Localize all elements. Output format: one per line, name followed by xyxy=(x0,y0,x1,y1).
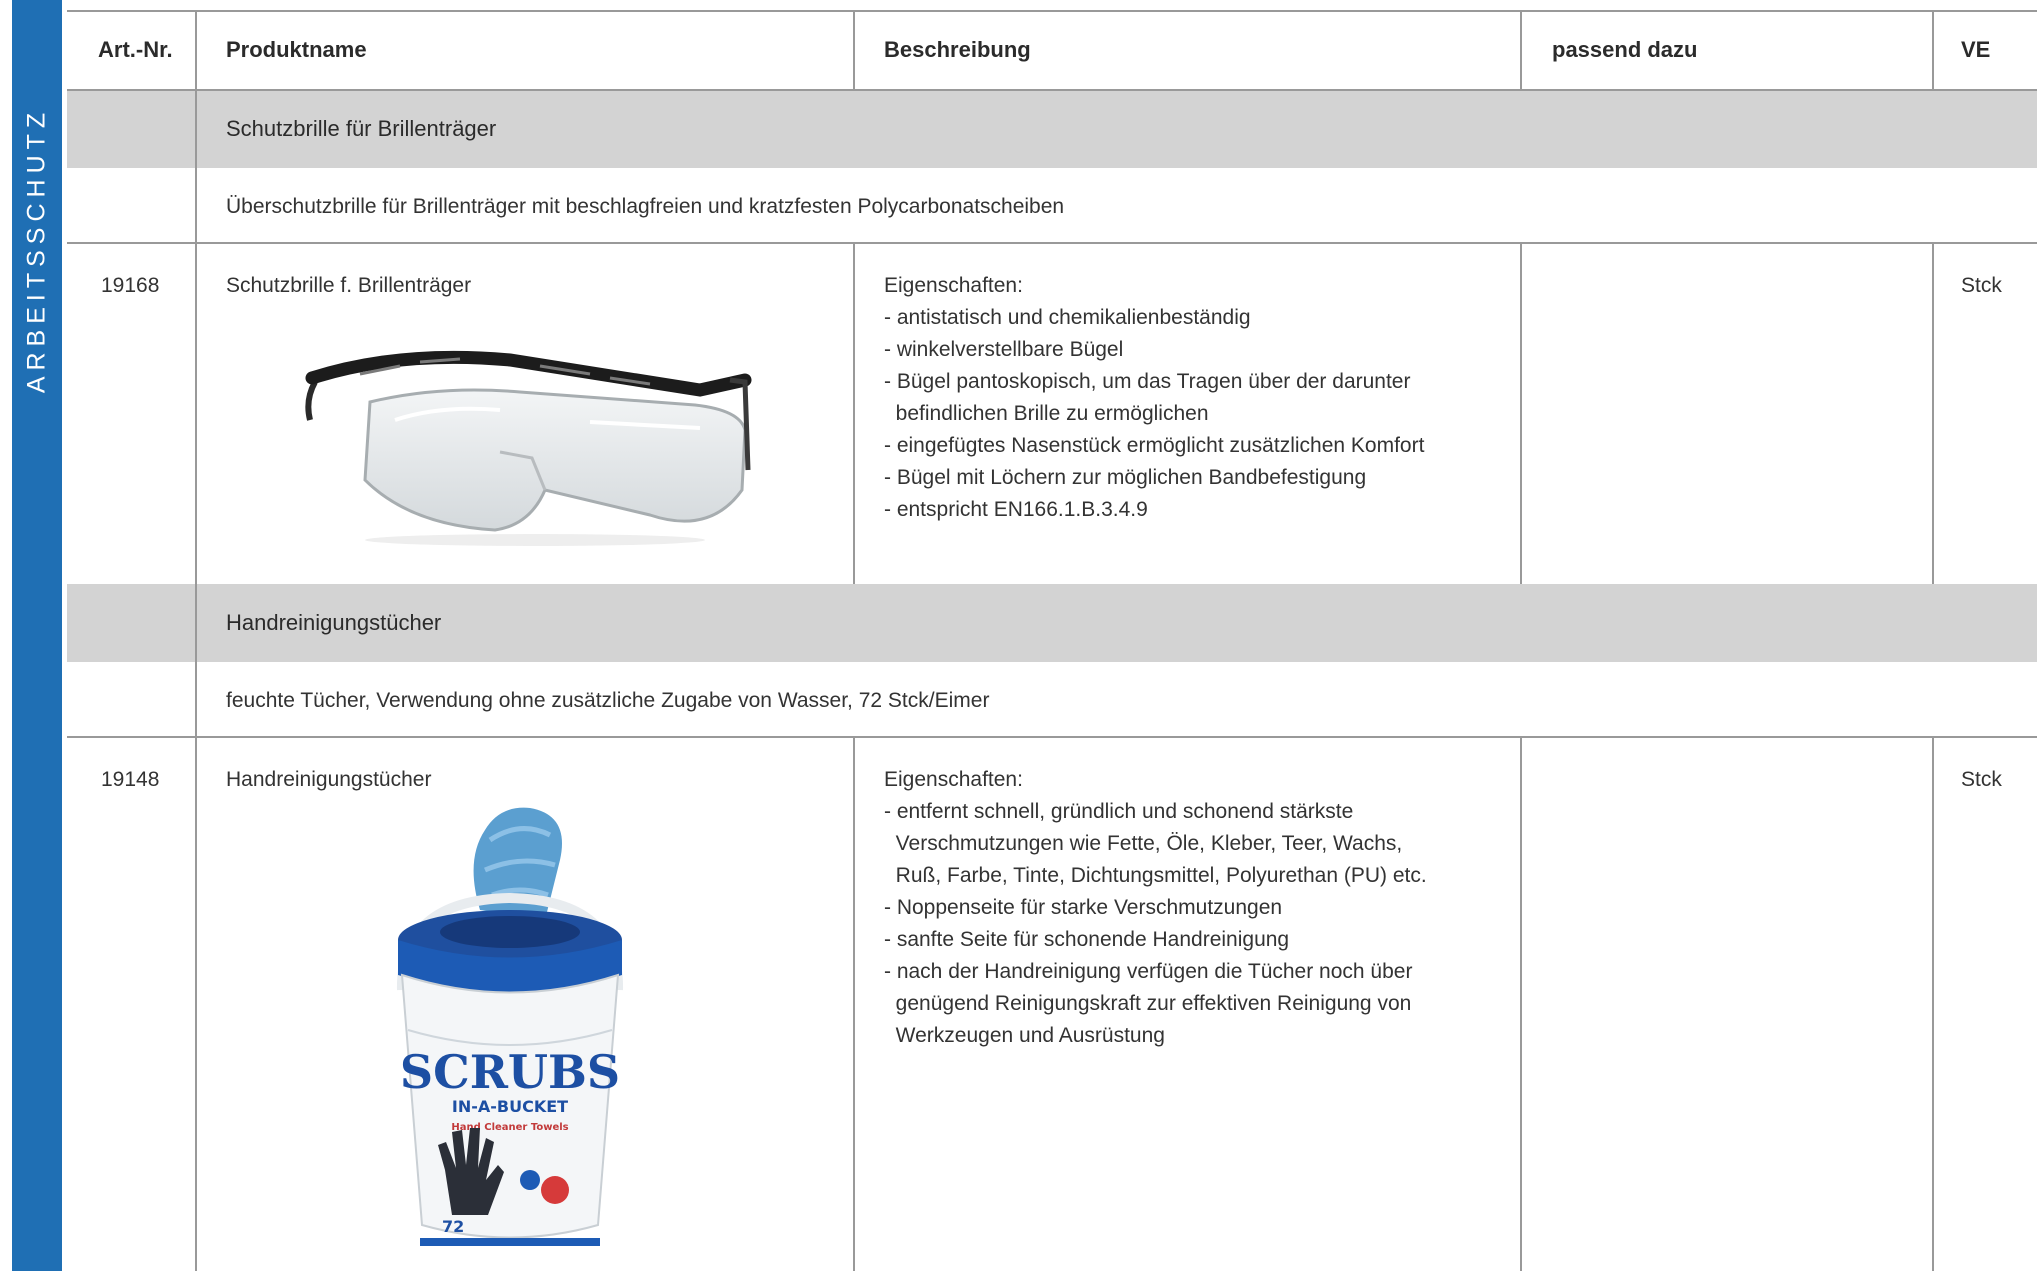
col-divider-4-header xyxy=(1932,10,1934,90)
safety-glasses-image xyxy=(300,340,760,550)
table-top-border xyxy=(67,10,2037,12)
header-bottom-border xyxy=(67,89,2037,91)
product-name-schutzbrille: Schutzbrille f. Brillenträger xyxy=(226,274,472,297)
section-title-handreinigung: Handreinigungstücher xyxy=(226,610,442,635)
col-divider-2-row2 xyxy=(853,736,855,1271)
bucket-sub-text: IN-A-BUCKET xyxy=(452,1097,568,1116)
col-divider-2-header xyxy=(853,10,855,90)
header-produktname: Produktname xyxy=(226,37,367,62)
bucket-brand-text: SCRUBS xyxy=(400,1045,620,1099)
col-divider-3-row2 xyxy=(1520,736,1522,1271)
bucket-tag-text: Hand Cleaner Towels xyxy=(451,1122,568,1133)
col-divider-3-header xyxy=(1520,10,1522,90)
ve-schutzbrille: Stck xyxy=(1961,274,2002,297)
art-nr-19168: 19168 xyxy=(101,274,160,297)
product-description-schutzbrille: Eigenschaften: - antistatisch und chemik… xyxy=(884,274,1425,521)
col-divider-3-row1 xyxy=(1520,242,1522,584)
row-divider-1 xyxy=(67,242,2037,244)
header-passend-dazu: passend dazu xyxy=(1552,37,1698,62)
col-divider-4-row2 xyxy=(1932,736,1934,1271)
section-title-schutzbrille: Schutzbrille für Brillenträger xyxy=(226,116,497,141)
section-intro-schutzbrille: Überschutzbrille für Brillenträger mit b… xyxy=(226,195,1065,218)
col-divider-2-row1 xyxy=(853,242,855,584)
ve-handreinigung: Stck xyxy=(1961,768,2002,791)
section-intro-handreinigung: feuchte Tücher, Verwendung ohne zusätzli… xyxy=(226,689,990,712)
art-nr-19148: 19148 xyxy=(101,768,160,791)
row-divider-2 xyxy=(67,736,2037,738)
col-divider-1 xyxy=(195,10,197,1271)
bucket-count-text: 72 xyxy=(442,1217,464,1236)
header-beschreibung: Beschreibung xyxy=(884,37,1031,62)
wipes-bucket-image: SCRUBS IN-A-BUCKET Hand Cleaner Towels 7… xyxy=(380,770,640,1260)
col-divider-4-row1 xyxy=(1932,242,1934,584)
sidebar-label: ARBEITSSCHUTZ xyxy=(22,106,51,394)
header-art-nr: Art.-Nr. xyxy=(98,37,173,62)
product-description-handreinigung: Eigenschaften: - entfernt schnell, gründ… xyxy=(884,768,1427,1047)
header-ve: VE xyxy=(1961,37,1991,62)
